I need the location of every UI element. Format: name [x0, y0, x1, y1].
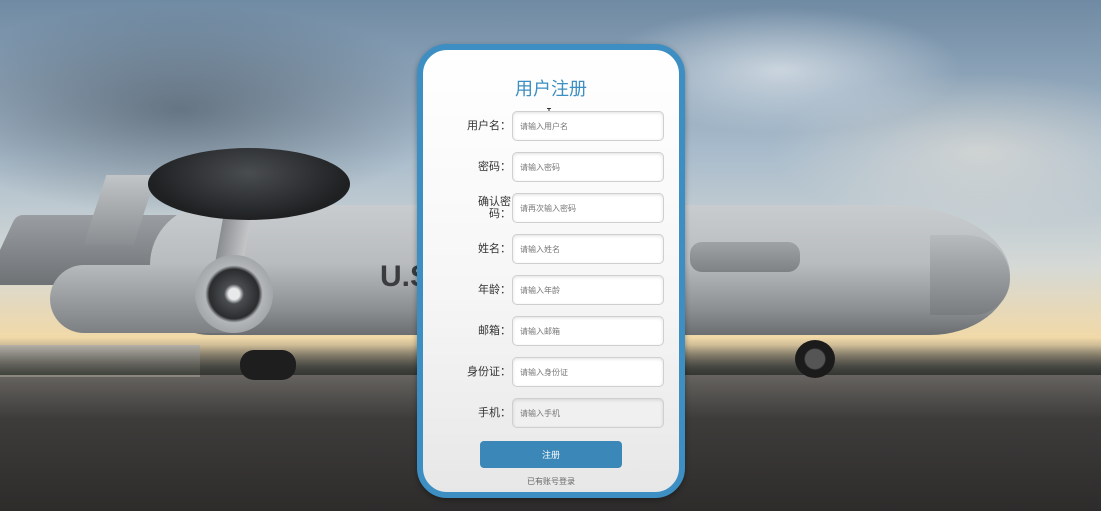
front-landing-gear — [795, 340, 835, 378]
id-card-row: 身份证： — [423, 357, 679, 387]
name-label: 姓名： — [478, 242, 511, 255]
airplane-windows — [690, 242, 800, 272]
phone-row: 手机： — [423, 398, 679, 428]
age-label: 年龄： — [478, 283, 511, 296]
form-title: 用户注册 — [515, 79, 587, 100]
username-row: 用户名： — [423, 111, 679, 141]
password-label: 密码： — [478, 160, 511, 173]
confirm-password-row: 确认密码： — [423, 193, 679, 223]
id-card-label: 身份证： — [467, 365, 511, 378]
confirm-password-label: 确认密码： — [478, 195, 511, 220]
name-row: 姓名： — [423, 234, 679, 264]
email-row: 邮箱： — [423, 316, 679, 346]
email-label: 邮箱： — [478, 324, 511, 337]
name-input[interactable] — [512, 234, 664, 264]
phone-label: 手机： — [478, 406, 511, 419]
engine-intake — [195, 255, 273, 333]
age-input[interactable] — [512, 275, 664, 305]
password-input[interactable] — [512, 152, 664, 182]
phone-input[interactable] — [512, 398, 664, 428]
radar-dome — [148, 148, 350, 220]
id-card-input[interactable] — [512, 357, 664, 387]
register-button[interactable]: 注册 — [480, 441, 622, 468]
age-row: 年龄： — [423, 275, 679, 305]
username-input[interactable] — [512, 111, 664, 141]
username-label: 用户名： — [467, 119, 511, 132]
password-row: 密码： — [423, 152, 679, 182]
register-form-card: 用户注册 I 用户名： 密码： 确认密码： 姓名： 年龄： 邮箱： 身份证： 手… — [417, 44, 685, 498]
email-input[interactable] — [512, 316, 664, 346]
confirm-password-input[interactable] — [512, 193, 664, 223]
login-link[interactable]: 已有账号登录 — [423, 476, 679, 487]
main-landing-gear — [240, 350, 296, 380]
